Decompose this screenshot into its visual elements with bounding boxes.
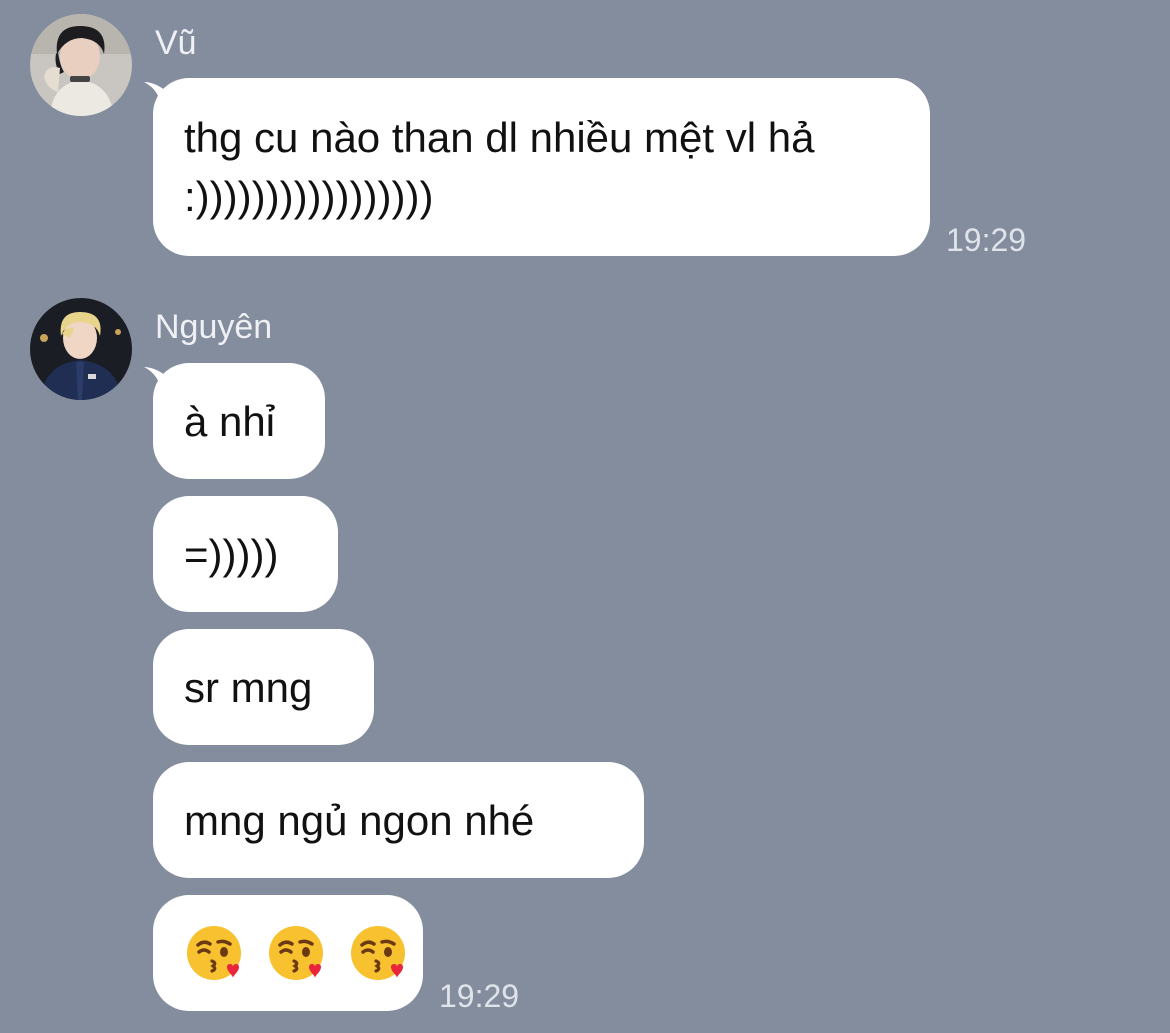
message-text: mng ngủ ngon nhé — [184, 796, 535, 844]
message-text: =))))) — [184, 530, 279, 578]
message-text: thg cu nào than dl nhiều mệt vl hả :))))… — [184, 114, 815, 220]
message-bubble[interactable]: sr mng — [153, 629, 374, 745]
emoji-row — [184, 923, 408, 983]
message-timestamp: 19:29 — [946, 222, 1027, 258]
message-bubble[interactable]: à nhỉ — [153, 363, 325, 479]
message-text: à nhỉ — [184, 397, 276, 445]
sender-name-nguyen: Nguyên — [155, 308, 273, 346]
avatar-nguyen[interactable] — [30, 298, 132, 400]
avatar-vu[interactable] — [30, 14, 132, 116]
kissing-face-with-heart-emoji — [187, 926, 241, 980]
message-bubble[interactable]: =))))) — [153, 496, 338, 612]
kissing-face-with-heart-emoji — [269, 926, 323, 980]
message-bubble[interactable]: mng ngủ ngon nhé — [153, 762, 644, 878]
message-bubble[interactable]: thg cu nào than dl nhiều mệt vl hả :))))… — [153, 78, 930, 256]
message-timestamp: 19:29 — [439, 978, 520, 1014]
message-bubble[interactable] — [153, 895, 423, 1011]
message-text: sr mng — [184, 663, 313, 711]
kissing-face-with-heart-emoji — [351, 926, 405, 980]
sender-name-vu: Vũ — [155, 24, 197, 62]
